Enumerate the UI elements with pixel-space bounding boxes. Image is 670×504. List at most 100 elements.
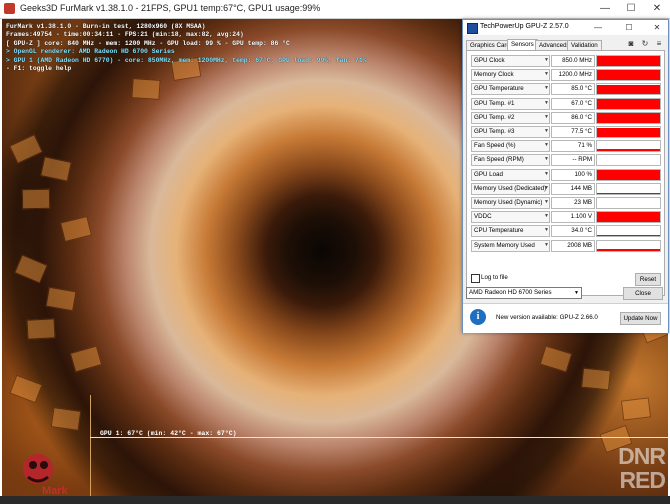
sensor-label[interactable]: CPU Temperature [471,225,550,238]
reset-button[interactable]: Reset [635,273,661,286]
sensor-dropdown-icon[interactable]: ▼ [544,85,549,91]
update-now-button[interactable]: Update Now [620,312,661,325]
sensor-dropdown-icon[interactable]: ▼ [544,227,549,233]
sensor-graph-fill [597,235,660,237]
sensor-label[interactable]: GPU Load [471,168,550,181]
sensor-label[interactable]: GPU Temp. #2 [471,111,550,124]
sensor-label[interactable]: GPU Temperature [471,83,550,96]
gpuz-window: TechPowerUp GPU-Z 2.57.0 — ☐ ✕ Graphics … [462,19,669,333]
sensor-graph [596,239,661,252]
sensor-graph-fill [597,127,660,137]
sensor-graph-fill [597,207,660,208]
sensor-row: GPU Temp. #1 ▼ 67.0 °C [471,97,661,110]
sensor-label[interactable]: GPU Temp. #1 [471,97,550,110]
sensor-dropdown-icon[interactable]: ▼ [544,100,549,106]
sensor-row: Fan Speed (RPM) ▼ -- RPM [471,154,661,167]
sensor-row: VDDC ▼ 1.100 V [471,211,661,224]
sensor-dropdown-icon[interactable]: ▼ [544,185,549,191]
sensor-graph [596,197,661,209]
furmark-window-title: Geeks3D FurMark v1.38.1.0 - 21FPS, GPU1 … [20,3,321,13]
sensor-row: Memory Used (Dynamic) ▼ 23 MB [471,197,661,209]
sensor-graph-fill [597,56,660,66]
sensor-graph [596,83,661,96]
background-block [581,367,611,391]
device-select-value: AMD Radeon HD 6700 Series [469,289,552,296]
log-to-file-label: Log to file [481,274,508,281]
sensor-dropdown-icon[interactable]: ▼ [544,156,549,162]
sensor-graph [596,211,661,224]
sensor-label[interactable]: GPU Temp. #3 [471,126,550,138]
sensor-graph [596,97,661,110]
gpuz-close-icon[interactable]: ✕ [647,20,667,35]
log-to-file-checkbox[interactable] [471,274,480,283]
sensor-dropdown-icon[interactable]: ▼ [544,114,549,120]
camera-icon[interactable]: ◙ [626,39,636,49]
sensor-value: -- RPM [551,154,595,167]
furmark-overlay-text: FurMark v1.38.1.0 - Burn-in test, 1280x9… [6,23,367,73]
sensor-value: 77.5 °C [551,126,595,138]
sensor-dropdown-icon[interactable]: ▼ [544,71,549,77]
overlay-line: - F1: toggle help [6,65,72,73]
background-block [131,78,161,100]
sensor-row: GPU Temp. #3 ▼ 77.5 °C [471,126,661,138]
sensor-value: 23 MB [551,197,595,209]
device-select[interactable]: AMD Radeon HD 6700 Series ▼ [466,287,582,299]
sensor-graph-fill [597,169,660,180]
sensor-graph-fill [597,149,660,152]
sensor-value: 1200.0 MHz [551,69,595,82]
gpuz-title: TechPowerUp GPU-Z 2.57.0 [480,23,569,30]
graph-label: GPU 1: 67°C (min: 42°C - max: 67°C) [100,430,237,437]
gpuz-maximize-icon[interactable]: ☐ [619,20,639,35]
close-icon[interactable]: ✕ [644,0,670,18]
sensor-graph [596,69,661,82]
background-block [59,215,93,243]
overlay-line: > GPU 1 (AMD Radeon HD 6770) - core: 850… [6,56,367,64]
sensor-label[interactable]: Memory Used (Dedicated) [471,182,550,195]
maximize-icon[interactable]: ☐ [618,0,644,18]
background-block [9,374,43,404]
gpuz-minimize-icon[interactable]: — [588,20,608,35]
sensor-graph [596,140,661,153]
sensor-dropdown-icon[interactable]: ▼ [544,171,549,177]
sensor-label[interactable]: GPU Clock [471,55,550,67]
sensor-dropdown-icon[interactable]: ▼ [544,213,549,219]
sensor-graph [596,182,661,195]
sensor-dropdown-icon[interactable]: ▼ [544,142,549,148]
sensor-value: 144 MB [551,182,595,195]
sensor-graph [596,225,661,238]
graph-temp-line [90,437,668,438]
sensor-value: 86.0 °C [551,111,595,124]
sensor-dropdown-icon[interactable]: ▼ [544,57,549,63]
chevron-down-icon: ▼ [574,290,579,296]
background-block [40,156,72,182]
refresh-icon[interactable]: ↻ [640,39,650,49]
sensor-label[interactable]: VDDC [471,211,550,224]
sensor-label[interactable]: Memory Used (Dynamic) [471,197,550,209]
furmark-titlebar: Geeks3D FurMark v1.38.1.0 - 21FPS, GPU1 … [0,0,670,19]
sensor-graph-fill [597,84,660,95]
sensor-graph-fill [597,113,660,123]
watermark: DNR RED [589,444,666,493]
sensor-row: System Memory Used ▼ 2008 MB [471,239,661,252]
sensor-label[interactable]: Fan Speed (%) [471,140,550,153]
sensor-label[interactable]: Memory Clock [471,69,550,82]
watermark-line2: RED [619,467,666,493]
sensor-row: GPU Temp. #2 ▼ 86.0 °C [471,111,661,124]
sensor-graph-fill [597,99,660,109]
sensor-dropdown-icon[interactable]: ▼ [544,242,549,248]
sensor-graph [596,111,661,124]
minimize-icon[interactable]: — [592,0,618,18]
overlay-line: > OpenGL renderer: AMD Radeon HD 6700 Se… [6,48,175,56]
background-block [45,286,77,312]
close-button[interactable]: Close [623,287,663,300]
sensor-row: GPU Load ▼ 100 % [471,168,661,181]
sensor-value: 2008 MB [551,239,595,252]
gpuz-toolbar: ◙ ↻ ≡ [626,39,664,49]
menu-icon[interactable]: ≡ [654,39,664,49]
sensor-dropdown-icon[interactable]: ▼ [544,128,549,134]
sensor-label[interactable]: System Memory Used [471,239,550,252]
sensor-label[interactable]: Fan Speed (RPM) [471,154,550,167]
sensor-dropdown-icon[interactable]: ▼ [544,199,549,205]
furmark-logo-icon: Mark [18,447,70,497]
sensor-value: 67.0 °C [551,97,595,110]
